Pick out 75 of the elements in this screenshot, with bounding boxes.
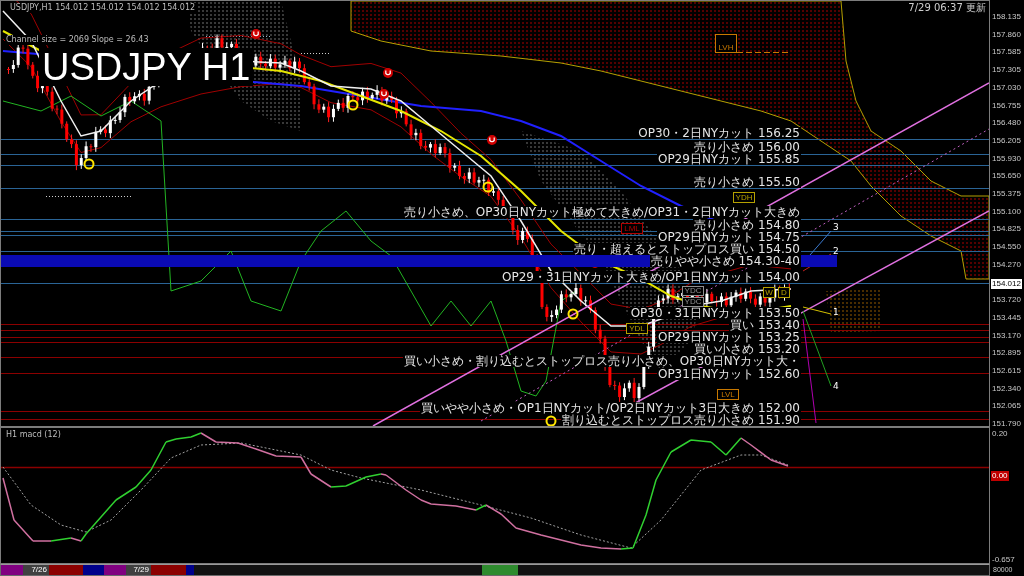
price-label: 155.100 bbox=[992, 207, 1021, 217]
signal-ring-icon bbox=[545, 415, 557, 426]
signal-marker-icon bbox=[379, 89, 389, 99]
level-annotation: OP29・31日NYカット大きめ/OP1日NYカット 154.00 bbox=[501, 271, 801, 283]
level-tag: LVL bbox=[717, 389, 739, 400]
level-annotation: OP29日NYカット 154.75 bbox=[656, 231, 801, 243]
indicator-axis-label: 0.20 bbox=[992, 429, 1008, 439]
level-annotation: 買い 153.40 bbox=[729, 319, 801, 331]
level-annotation: OP29日NYカット 155.85 bbox=[656, 153, 801, 165]
zero-value-tag: 0.00 bbox=[991, 471, 1009, 481]
level-annotation: 売り小さめ 155.50 bbox=[693, 176, 801, 188]
price-label: 156.480 bbox=[992, 118, 1021, 128]
signal-marker-icon bbox=[383, 68, 393, 78]
price-label: 155.375 bbox=[992, 189, 1021, 199]
level-annotation: OP30・31日NYカット 153.50 bbox=[629, 307, 801, 319]
price-label: 154.550 bbox=[992, 242, 1021, 252]
level-annotation: 売り・超えるとストップロス買い 154.50 bbox=[573, 243, 801, 255]
price-label: 153.170 bbox=[992, 331, 1021, 341]
cloud-area bbox=[826, 289, 881, 333]
level-tag: YDC bbox=[682, 286, 704, 296]
level-tag: YDH bbox=[733, 192, 755, 203]
channel-info: Channel size = 2069 Slope = 26.43 bbox=[5, 35, 150, 45]
indicator-axis-label: -0.657 bbox=[992, 555, 1015, 565]
indicator-title: H1 macd (12) bbox=[5, 430, 62, 440]
signal-ring-icon bbox=[482, 181, 494, 193]
level-tag: YDL bbox=[626, 323, 648, 334]
symbol-header: USDJPY,H1 154.012 154.012 154.012 154.012 bbox=[9, 3, 197, 13]
level-annotation: 売りやや小さめ 154.30-40 bbox=[649, 255, 801, 267]
level-annotation: 買い小さめ・割り込むとストップロス売り小さめ、OP30日NYカット大・ bbox=[402, 355, 801, 367]
price-label: 154.270 bbox=[992, 260, 1021, 270]
level-tag: W bbox=[763, 287, 775, 298]
level-annotation: OP31日NYカット 152.60 bbox=[656, 368, 801, 380]
price-label: 157.585 bbox=[992, 47, 1021, 57]
price-label: 153.445 bbox=[992, 313, 1021, 323]
price-label: 156.755 bbox=[992, 101, 1021, 111]
price-label: 153.720 bbox=[992, 295, 1021, 305]
price-label: 157.305 bbox=[992, 65, 1021, 75]
wave-label: 1 bbox=[833, 307, 839, 317]
wave-label: 3 bbox=[833, 222, 839, 232]
price-label: 158.135 bbox=[992, 12, 1021, 22]
level-annotation: 売り小さめ、OP30日NYカット極めて大きめ/OP31・2日NYカット大きめ bbox=[402, 206, 801, 218]
signal-ring-icon bbox=[83, 158, 95, 170]
level-annotation: OP29日NYカット 153.25 bbox=[656, 331, 801, 343]
level-annotation: 買いやや小さめ・OP1日NYカット/OP2日NYカット3日大きめ 152.00 bbox=[420, 402, 801, 414]
signal-ring-icon bbox=[347, 99, 359, 111]
price-label: 156.205 bbox=[992, 136, 1021, 146]
level-tag: YDC bbox=[682, 297, 704, 307]
price-label: 152.065 bbox=[992, 401, 1021, 411]
timeline-segment: 7/26 bbox=[23, 565, 49, 575]
price-label: 152.340 bbox=[992, 384, 1021, 394]
price-label: 154.825 bbox=[992, 224, 1021, 234]
signal-ring-icon bbox=[567, 308, 579, 320]
chart-title: USDJPY H1 bbox=[39, 48, 254, 86]
price-label: 152.895 bbox=[992, 348, 1021, 358]
current-price-tag: 154.012 bbox=[991, 279, 1022, 289]
price-label: 155.930 bbox=[992, 154, 1021, 164]
level-tag: D bbox=[778, 287, 790, 298]
level-annotation: OP30・2日NYカット 156.25 bbox=[637, 127, 801, 139]
level-annotation: 割り込むとストップロス売り小さめ 151.90 bbox=[561, 414, 801, 426]
price-label: 155.650 bbox=[992, 171, 1021, 181]
price-label: 157.860 bbox=[992, 30, 1021, 40]
level-tag: LVH bbox=[715, 34, 737, 53]
signal-marker-icon bbox=[487, 135, 497, 145]
price-label: 151.790 bbox=[992, 419, 1021, 429]
wave-label: 4 bbox=[833, 381, 839, 391]
update-time: 7/29 06:37 更新 bbox=[908, 2, 986, 14]
level-tag: LML bbox=[621, 223, 643, 234]
price-label: 152.615 bbox=[992, 366, 1021, 376]
price-label: 157.030 bbox=[992, 83, 1021, 93]
wave-label: 2 bbox=[833, 246, 839, 256]
level-annotation: 買い小さめ 153.20 bbox=[693, 343, 801, 355]
level-annotation: 売り小さめ 154.80 bbox=[693, 219, 801, 231]
level-annotation: 売り小さめ 156.00 bbox=[693, 141, 801, 153]
timeline-segment: 7/29 bbox=[126, 565, 151, 575]
signal-marker-icon bbox=[251, 29, 261, 39]
